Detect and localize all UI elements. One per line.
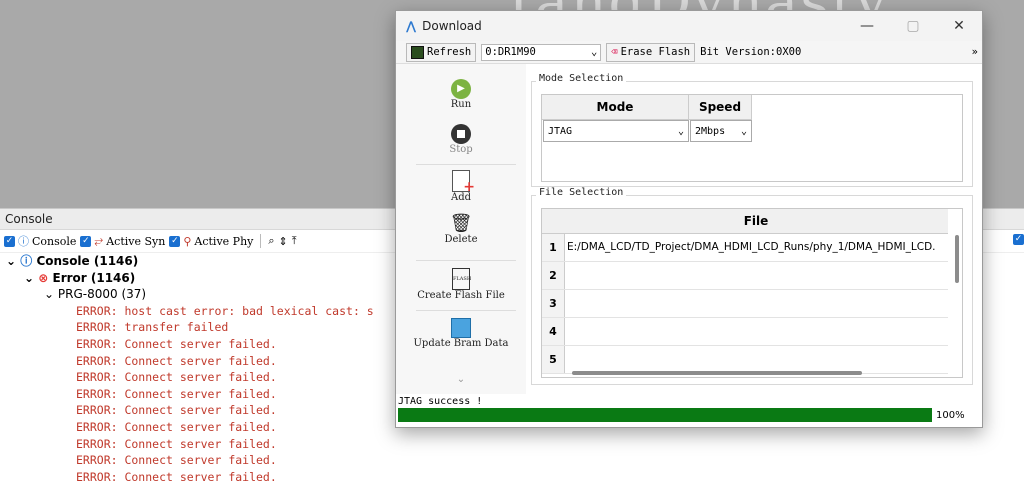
eraser-icon: ⌫ — [611, 46, 618, 58]
console-line: ERROR: Connect server failed. — [76, 453, 277, 468]
mode-table: Mode Speed JTAG ⌄ 2Mbps ⌄ — [541, 94, 963, 182]
action-panel: ▶ Run Stop + Add 🗑 Delete FLASH Create F… — [396, 64, 526, 394]
play-icon: ▶ — [451, 79, 471, 99]
location-pin-icon: ⚲ — [183, 234, 192, 248]
filter-active-syn[interactable]: ✓ ⥂ Active Syn — [80, 234, 165, 248]
table-corner — [542, 209, 565, 234]
checkbox-icon[interactable]: ✓ — [1013, 234, 1024, 245]
table-row[interactable]: 5 — [542, 346, 948, 374]
progress-fill — [398, 408, 932, 422]
checkbox-icon[interactable]: ✓ — [169, 235, 181, 247]
table-row[interactable]: 1 E:/DMA_LCD/TD_Project/DMA_HDMI_LCD_Run… — [542, 234, 948, 262]
delete-button[interactable]: 🗑 Delete — [396, 213, 526, 246]
table-row[interactable]: 2 — [542, 262, 948, 290]
erase-flash-button[interactable]: ⌫ Erase Flash — [606, 42, 696, 62]
link-icon: ⥂ — [94, 234, 104, 247]
flash-file-icon: FLASH — [452, 268, 471, 290]
chevron-down-icon[interactable]: ⌄ — [6, 254, 16, 268]
expand-more-icon[interactable]: ⌄ — [396, 374, 526, 385]
info-icon: ⓘ — [20, 254, 33, 268]
info-icon: ⓘ — [18, 235, 29, 248]
collapse-icon[interactable]: ⤒ — [292, 234, 297, 248]
chevron-down-icon: ⌄ — [590, 46, 598, 58]
speed-header: Speed — [689, 95, 752, 120]
search-icon[interactable]: ⌕ — [268, 234, 274, 248]
memory-chip-icon — [451, 318, 471, 338]
toolbar-divider — [260, 234, 262, 248]
mode-selection-title: Mode Selection — [536, 73, 627, 84]
mode-header: Mode — [542, 95, 689, 120]
minimize-button[interactable]: — — [844, 18, 890, 34]
title-bar: ⋀ Download — ▢ ✕ — [396, 11, 982, 41]
panel-divider — [416, 310, 516, 311]
chevron-down-icon[interactable]: ⌄ — [44, 287, 54, 301]
create-flash-file-button[interactable]: FLASH Create Flash File — [396, 268, 526, 301]
chevron-down-icon: ⌄ — [677, 125, 684, 137]
mode-select[interactable]: JTAG ⌄ — [543, 120, 689, 142]
speed-select[interactable]: 2Mbps ⌄ — [690, 120, 752, 142]
console-line: ERROR: Connect server failed. — [76, 436, 277, 451]
file-header: File — [564, 209, 948, 234]
sort-icon[interactable]: ⇕ — [279, 235, 288, 248]
stop-button[interactable]: Stop — [396, 124, 526, 155]
chevron-down-icon: ⌄ — [740, 125, 747, 137]
progress-bar — [398, 408, 932, 422]
table-row[interactable]: 4 — [542, 318, 948, 346]
progress-text: 100% — [936, 410, 965, 421]
maximize-button[interactable]: ▢ — [890, 18, 936, 34]
file-table: File 1 E:/DMA_LCD/TD_Project/DMA_HDMI_LC… — [541, 208, 963, 378]
trash-icon: 🗑 — [449, 213, 473, 234]
close-button[interactable]: ✕ — [936, 18, 982, 34]
stop-icon — [451, 124, 471, 144]
filter-active-phy[interactable]: ✓ ⚲ Active Phy — [169, 235, 253, 248]
checkbox-icon[interactable]: ✓ — [4, 235, 15, 247]
bit-version-label: Bit Version:0X00 — [700, 46, 802, 58]
vertical-scrollbar[interactable] — [955, 235, 959, 283]
table-row[interactable]: 3 — [542, 290, 948, 318]
device-select[interactable]: 0:DR1M90 ⌄ — [481, 43, 602, 61]
filter-console[interactable]: ✓ ⓘ Console — [4, 233, 76, 249]
update-bram-button[interactable]: Update Bram Data — [396, 318, 526, 349]
chevron-down-icon[interactable]: ⌄ — [24, 271, 34, 285]
download-window: ⋀ Download — ▢ ✕ Refresh 0:DR1M90 ⌄ ⌫ Er… — [395, 10, 983, 428]
error-icon: ⊗ — [38, 270, 49, 285]
horizontal-scrollbar[interactable] — [572, 371, 862, 375]
add-button[interactable]: + Add — [396, 170, 526, 203]
file-selection-title: File Selection — [536, 187, 627, 198]
window-title: Download — [422, 19, 482, 33]
checkbox-icon[interactable]: ✓ — [80, 235, 92, 247]
console-line: ERROR: Connect server failed. — [76, 469, 277, 484]
panel-divider — [416, 260, 516, 261]
run-button[interactable]: ▶ Run — [396, 79, 526, 110]
status-text: JTAG success ! — [398, 396, 483, 407]
panel-divider — [416, 164, 516, 165]
overflow-icon[interactable]: » — [972, 46, 978, 58]
window-toolbar: Refresh 0:DR1M90 ⌄ ⌫ Erase Flash Bit Ver… — [396, 41, 982, 64]
app-logo-icon: ⋀ — [406, 19, 417, 33]
chip-icon — [411, 45, 424, 59]
add-file-icon: + — [452, 170, 475, 195]
refresh-button[interactable]: Refresh — [406, 42, 477, 62]
